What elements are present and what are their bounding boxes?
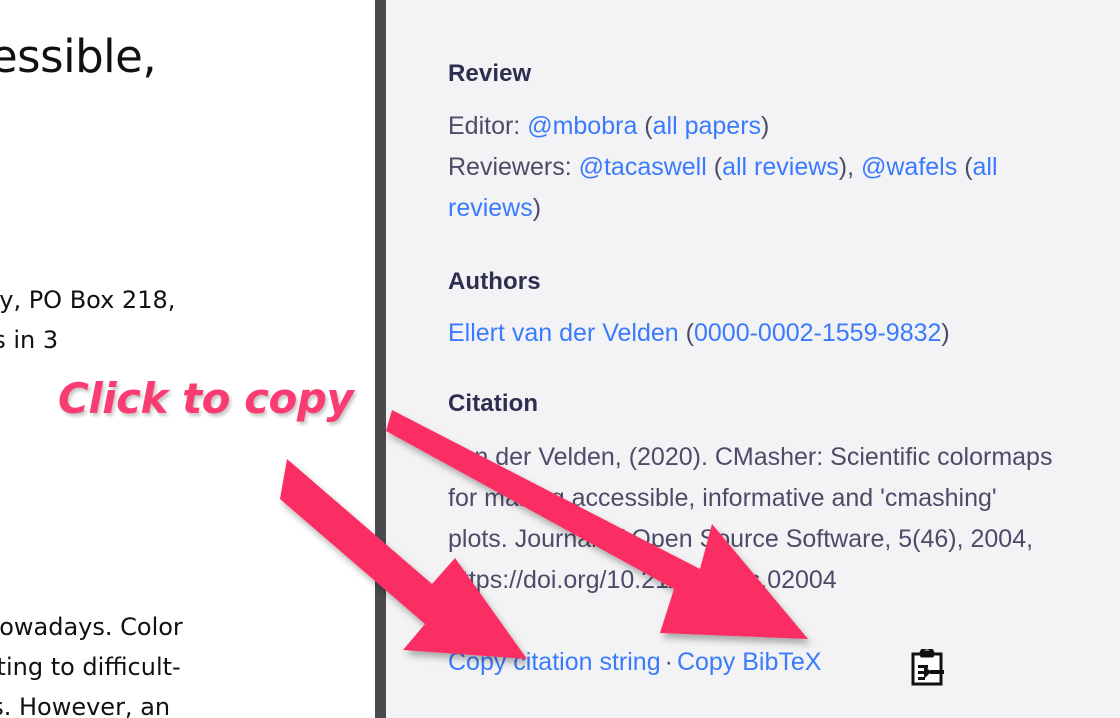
review-section-heading: Review bbox=[448, 60, 532, 87]
pdf-title-fragment: essible, bbox=[0, 30, 157, 83]
pdf-address-line-1: gy, PO Box 218, bbox=[0, 286, 176, 314]
pdf-preview-pane[interactable]: essible, gy, PO Box 218, cs in 3 nowaday… bbox=[0, 0, 375, 718]
reviewer-1-all-reviews-link[interactable]: all reviews bbox=[722, 153, 839, 181]
editor-label: Editor: bbox=[448, 112, 528, 140]
clipboard-copy-cursor-icon bbox=[909, 646, 945, 687]
copy-bibtex-link[interactable]: Copy BibTeX bbox=[677, 648, 822, 676]
editor-handle-link[interactable]: @mbobra bbox=[527, 112, 637, 140]
copy-actions-row: Copy citation string · Copy BibTeX bbox=[448, 648, 821, 677]
copy-citation-string-link[interactable]: Copy citation string bbox=[448, 648, 661, 676]
citation-section-heading: Citation bbox=[448, 390, 539, 417]
author-orcid-link[interactable]: 0000-0002-1559-9832 bbox=[694, 319, 941, 347]
pdf-body-line-2: orting to difficult- bbox=[0, 653, 181, 681]
pane-divider[interactable] bbox=[375, 0, 386, 718]
pdf-address-line-2: cs in 3 bbox=[0, 326, 59, 354]
authors-section-heading: Authors bbox=[448, 268, 541, 295]
reviewer-1-handle-link[interactable]: @tacaswell bbox=[579, 153, 707, 181]
pdf-body-line-1: nowadays. Color bbox=[0, 613, 183, 641]
click-to-copy-annotation-label: Click to copy bbox=[56, 372, 356, 425]
author-name-link[interactable]: Ellert van der Velden bbox=[448, 319, 679, 347]
paper-metadata-sidebar: Review Editor: @mbobra (all papers) Revi… bbox=[386, 0, 1120, 718]
reviewers-label: Reviewers: bbox=[448, 153, 579, 181]
copy-actions-separator: · bbox=[664, 648, 673, 676]
editor-all-papers-link[interactable]: all papers bbox=[653, 112, 761, 140]
review-section-body: Editor: @mbobra (all papers) Reviewers: … bbox=[448, 112, 998, 222]
reviewer-2-handle-link[interactable]: @wafels bbox=[861, 153, 957, 181]
authors-section-body: Ellert van der Velden (0000-0002-1559-98… bbox=[448, 319, 950, 347]
screenshot-root: essible, gy, PO Box 218, cs in 3 nowaday… bbox=[0, 0, 1120, 718]
citation-text: van der Velden, (2020). CMasher: Scienti… bbox=[448, 443, 1053, 594]
pdf-body-line-3: ns. However, an bbox=[0, 693, 171, 718]
